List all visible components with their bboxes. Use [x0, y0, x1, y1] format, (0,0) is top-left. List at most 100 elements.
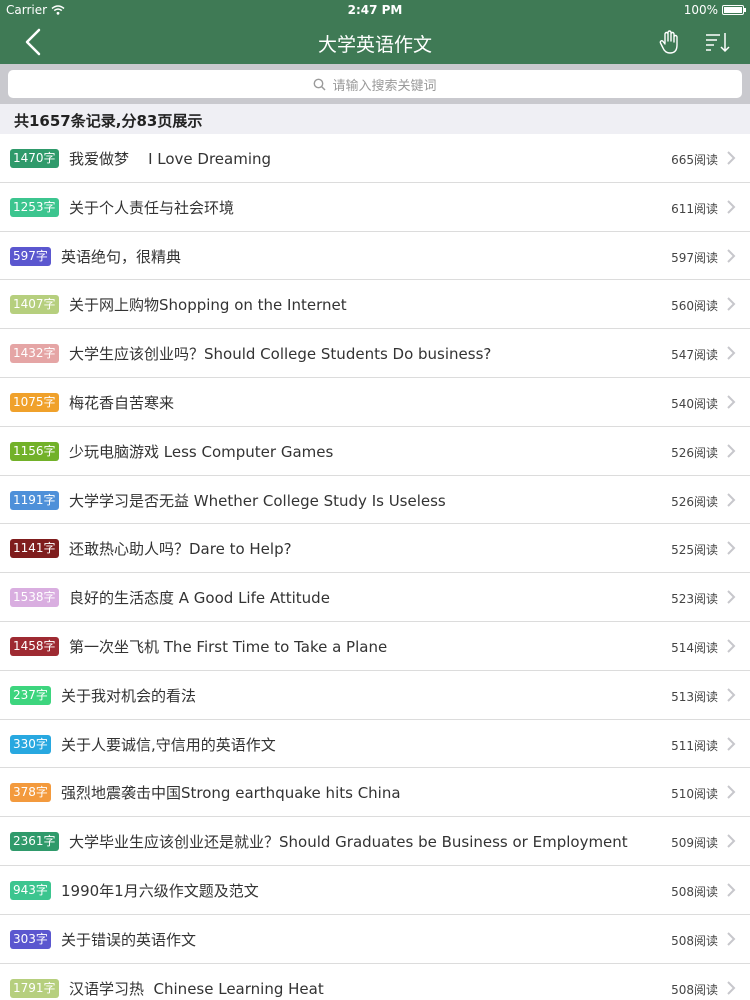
chevron-right-icon	[727, 248, 736, 263]
essay-title: 良好的生活态度 A Good Life Attitude	[69, 589, 330, 608]
list-item[interactable]: 1791字 汉语学习热 Chinese Learning Heat 508阅读	[0, 963, 750, 1000]
status-time: 2:47 PM	[347, 3, 403, 17]
read-count: 547阅读	[671, 348, 718, 363]
chevron-right-icon	[727, 297, 736, 312]
word-count-badge: 1141字	[10, 539, 59, 559]
essay-title: 还敢热心助人吗？Dare to Help?	[69, 540, 292, 559]
essay-title: 大学生应该创业吗？Should College Students Do busi…	[69, 345, 492, 364]
read-count: 508阅读	[671, 884, 718, 899]
read-count: 597阅读	[671, 250, 718, 265]
word-count-badge: 597字	[10, 246, 51, 266]
essay-title: 关于个人责任与社会环境	[69, 198, 235, 217]
list-item[interactable]: 330字 关于人要诚信,守信用的英语作文 511阅读	[0, 719, 750, 769]
word-count-badge: 378字	[10, 783, 51, 803]
word-count-badge: 1407字	[10, 295, 59, 315]
read-count: 511阅读	[671, 738, 718, 753]
list-item[interactable]: 1470字 我爱做梦 I Love Dreaming 665阅读	[0, 134, 750, 183]
search-input[interactable]: 请输入搜索关键词	[8, 70, 742, 98]
read-count: 560阅读	[671, 299, 718, 314]
chevron-right-icon	[727, 785, 736, 800]
battery-indicator: 100%	[683, 3, 746, 17]
essay-list: 1470字 我爱做梦 I Love Dreaming 665阅读 1253字 关于个人责…	[0, 134, 750, 1000]
search-icon	[314, 78, 327, 91]
read-count: 525阅读	[671, 543, 718, 558]
chevron-right-icon	[727, 834, 736, 848]
chevron-right-icon	[727, 883, 736, 897]
word-count-badge: 1191字	[10, 490, 59, 510]
list-item[interactable]: 1538字 良好的生活态度 A Good Life Attitude 523阅读	[0, 573, 750, 622]
list-item[interactable]: 1075字 梅花香自苦寒来 540阅读	[0, 377, 750, 427]
list-item[interactable]: 237字 关于我对机会的看法 513阅读	[0, 670, 750, 720]
word-count-badge: 303字	[10, 929, 51, 949]
read-count: 514阅读	[671, 640, 718, 655]
essay-title: 梅花香自苦寒来	[69, 393, 175, 412]
word-count-badge: 2361字	[10, 832, 59, 852]
chevron-right-icon	[727, 980, 736, 995]
list-item[interactable]: 1458字 第一次坐飞机 The First Time to Take a Pla…	[0, 621, 750, 671]
search-placeholder: 请输入搜索关键词	[332, 78, 437, 94]
essay-title: 英语绝句，很精典	[61, 247, 182, 266]
essay-title: 关于人要诚信,守信用的英语作文	[61, 735, 276, 754]
essay-title: 关于错误的英语作文	[61, 930, 197, 949]
chevron-right-icon	[727, 590, 736, 604]
list-item[interactable]: 1432字 大学生应该创业吗？Should College Students Do…	[0, 329, 750, 378]
word-count-badge: 1432字	[10, 344, 59, 364]
search-bar-container: 请输入搜索关键词	[0, 64, 750, 104]
list-item[interactable]: 1407字 关于网上购物Shopping on the Internet 560阅读	[0, 280, 750, 330]
word-count-badge: 1253字	[10, 197, 59, 217]
read-count: 523阅读	[671, 592, 718, 607]
navigation-bar: 大学英语作文	[0, 20, 750, 64]
read-count: 526阅读	[671, 494, 718, 509]
chevron-right-icon	[727, 346, 736, 360]
list-item[interactable]: 1191字 大学学习是否无益 Whether College Study Is U…	[0, 475, 750, 525]
word-count-badge: 330字	[10, 734, 51, 754]
page-title: 大学英语作文	[317, 34, 432, 56]
chevron-right-icon	[727, 541, 736, 556]
chevron-right-icon	[727, 444, 736, 458]
battery-icon	[722, 5, 746, 15]
hand-icon[interactable]	[656, 29, 682, 55]
read-count: 526阅读	[671, 445, 718, 460]
word-count-badge: 943字	[10, 880, 51, 900]
essay-title: 1990年1月六级作文题及范文	[61, 881, 259, 900]
read-count: 513阅读	[671, 689, 718, 704]
list-item[interactable]: 2361字 大学毕业生应该创业还是就业？Should Graduates be B…	[0, 817, 750, 866]
word-count-badge: 1791字	[10, 978, 59, 998]
read-count: 508阅读	[671, 933, 718, 948]
essay-title: 大学学习是否无益 Whether College Study Is Useles…	[69, 491, 446, 510]
read-count: 540阅读	[671, 396, 718, 411]
list-item[interactable]: 1253字 关于个人责任与社会环境 611阅读	[0, 182, 750, 232]
chevron-right-icon	[727, 932, 736, 946]
list-item[interactable]: 303字 关于错误的英语作文 508阅读	[0, 914, 750, 964]
essay-title: 我爱做梦 I Love Dreaming	[69, 150, 272, 168]
chevron-right-icon	[727, 492, 736, 507]
word-count-badge: 1156字	[10, 441, 59, 461]
essay-title: 关于网上购物Shopping on the Internet	[69, 296, 347, 315]
essay-title: 关于我对机会的看法	[61, 686, 197, 705]
word-count-badge: 237字	[10, 685, 51, 705]
chevron-right-icon	[727, 639, 736, 653]
status-bar: Carrier 2:47 PM 100%	[0, 0, 750, 20]
essay-title: 汉语学习热 Chinese Learning Heat	[69, 979, 324, 998]
read-count: 509阅读	[671, 836, 718, 851]
battery-percent: 100%	[683, 3, 718, 17]
word-count-badge: 1538字	[10, 588, 59, 608]
read-count: 665阅读	[671, 153, 718, 167]
word-count-badge: 1470字	[10, 149, 59, 168]
read-count: 510阅读	[671, 787, 718, 802]
list-item[interactable]: 943字 1990年1月六级作文题及范文 508阅读	[0, 865, 750, 915]
essay-title: 第一次坐飞机 The First Time to Take a Plane	[69, 637, 388, 656]
chevron-right-icon	[727, 151, 736, 165]
list-item[interactable]: 597字 英语绝句，很精典 597阅读	[0, 231, 750, 281]
list-item[interactable]: 1141字 还敢热心助人吗？Dare to Help? 525阅读	[0, 524, 750, 574]
list-item[interactable]: 378字 强烈地震袭击中国Strong earthquake hits China…	[0, 768, 750, 818]
chevron-right-icon	[727, 688, 736, 702]
list-item[interactable]: 1156字 少玩电脑游戏 Less Computer Games 526阅读	[0, 426, 750, 476]
essay-title: 大学毕业生应该创业还是就业？Should Graduates be Busine…	[69, 833, 628, 852]
read-count: 508阅读	[671, 982, 718, 997]
sort-icon[interactable]	[704, 30, 730, 54]
essay-title: 强烈地震袭击中国Strong earthquake hits China	[61, 784, 401, 803]
word-count-badge: 1458字	[10, 636, 59, 656]
word-count-badge: 1075字	[10, 392, 59, 412]
read-count: 611阅读	[671, 201, 718, 216]
